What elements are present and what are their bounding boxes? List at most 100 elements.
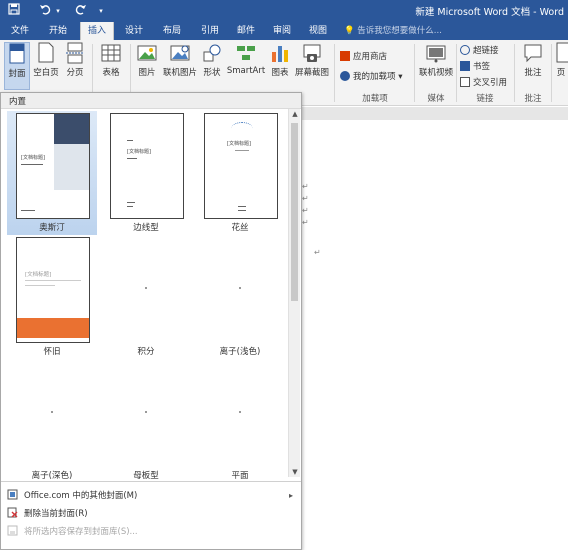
online-video-button[interactable]: 联机视频 <box>418 42 454 90</box>
cover-integral[interactable]: 积分 <box>101 235 191 359</box>
new-comment-button[interactable]: 批注 <box>518 42 548 90</box>
paragraph-mark: ↵ <box>302 218 309 227</box>
cover-retrospect[interactable]: [文档标题] 怀旧 <box>7 235 97 359</box>
redo-icon[interactable] <box>74 3 88 19</box>
media-group-label: 媒体 <box>427 94 445 104</box>
tab-home[interactable]: 开始 <box>44 22 72 40</box>
tab-insert[interactable]: 插入 <box>80 22 114 40</box>
customize-qat-icon[interactable]: ▾ <box>96 3 106 19</box>
cover-name: 边线型 <box>133 223 159 233</box>
thumb-line <box>127 140 133 141</box>
cover-ion-dark[interactable]: 离子(深色) <box>7 359 97 483</box>
cover-name: 离子(浅色) <box>219 347 261 357</box>
loading-dot <box>145 411 147 413</box>
tell-me-text: 告诉我您想要做什么... <box>357 26 442 36</box>
gallery-scrollbar[interactable]: ▲ ▼ <box>288 109 300 477</box>
group-separator <box>456 44 457 102</box>
comments-group-label: 批注 <box>524 94 542 104</box>
store-button[interactable]: 应用商店 <box>340 50 387 64</box>
picture-icon <box>137 45 157 61</box>
cover-motion[interactable]: 母板型 <box>101 359 191 483</box>
delete-cover-icon <box>7 507 18 518</box>
cover-page-gallery: 内置 [文档标题] 奥斯汀 [文档标题] 边线型 [文档标题] 花丝 [文档标题… <box>0 92 302 550</box>
loading-dot <box>239 411 241 413</box>
thumb-line <box>25 280 81 281</box>
ribbon-tab-bar: 文件 开始 插入 设计 布局 引用 邮件 审阅 视图 💡 告诉我您想要做什么..… <box>0 22 568 40</box>
tab-references[interactable]: 引用 <box>196 22 224 40</box>
thumb-line <box>238 210 246 211</box>
save-to-gallery-icon <box>7 525 18 536</box>
paragraph-mark: ↵ <box>314 248 321 257</box>
scroll-up-icon[interactable]: ▲ <box>289 109 301 119</box>
cover-name: 怀旧 <box>43 347 61 357</box>
undo-dropdown-arrow-icon[interactable]: ▾ <box>54 3 62 19</box>
header-icon <box>556 42 568 63</box>
cover-sideline[interactable]: [文档标题] 边线型 <box>101 111 191 235</box>
thumb-line <box>127 158 137 159</box>
table-button[interactable]: 表格 <box>96 42 126 90</box>
tab-view[interactable]: 视图 <box>304 22 332 40</box>
gallery-section-header: 内置 <box>1 93 301 109</box>
cover-name: 离子(深色) <box>31 471 73 481</box>
blank-page-button[interactable]: 空白页 <box>32 42 60 90</box>
window-title: 新建 Microsoft Word 文档 - Word <box>415 7 564 18</box>
cover-austin[interactable]: [文档标题] 奥斯汀 <box>7 111 97 235</box>
cover-facet[interactable]: 平面 <box>195 359 285 483</box>
tab-review[interactable]: 审阅 <box>268 22 296 40</box>
cover-name: 积分 <box>137 347 155 357</box>
tell-me-box[interactable]: 💡 告诉我您想要做什么... <box>344 22 442 40</box>
tab-file[interactable]: 文件 <box>6 22 34 40</box>
picture-label: 图片 <box>138 68 156 78</box>
screenshot-icon <box>303 44 321 62</box>
loading-dot <box>239 287 241 289</box>
remove-cover-menu-item[interactable]: 删除当前封面(R) <box>7 506 297 522</box>
undo-icon[interactable] <box>38 3 52 19</box>
tab-layout[interactable]: 布局 <box>158 22 186 40</box>
group-separator <box>334 44 335 102</box>
cross-reference-button[interactable]: 交叉引用 <box>460 76 507 90</box>
loading-dot <box>145 287 147 289</box>
thumb-line <box>127 206 133 207</box>
save-icon[interactable] <box>6 3 22 19</box>
hyperlink-label: 超链接 <box>473 46 499 56</box>
thumb-line <box>25 285 55 286</box>
thumb-line <box>238 206 246 207</box>
cover-filigree[interactable]: [文档标题] 花丝 <box>195 111 285 235</box>
cover-name: 奥斯汀 <box>39 223 65 233</box>
hyperlink-button[interactable]: 超链接 <box>460 44 499 58</box>
my-addins-button[interactable]: 我的加载项 ▾ <box>340 70 403 84</box>
cross-reference-icon <box>460 77 470 87</box>
more-covers-menu-item[interactable]: Office.com 中的其他封面(M) ▸ <box>7 488 297 504</box>
bookmark-button[interactable]: 书签 <box>460 60 490 74</box>
tab-mailings[interactable]: 邮件 <box>232 22 260 40</box>
chart-icon <box>272 46 288 62</box>
group-separator <box>551 44 552 102</box>
save-selection-menu-item[interactable]: 将所选内容保存到封面库(S)... <box>7 524 297 540</box>
scroll-down-icon[interactable]: ▼ <box>289 467 301 477</box>
page-break-label: 分页 <box>66 68 84 78</box>
cover-name: 母板型 <box>133 471 159 481</box>
tab-design[interactable]: 设计 <box>120 22 148 40</box>
blank-page-label: 空白页 <box>33 68 59 78</box>
online-picture-button[interactable]: 联机图片 <box>162 42 198 90</box>
header-button[interactable]: 页 <box>554 42 568 90</box>
chart-label: 图表 <box>271 68 289 78</box>
cover-page-button[interactable]: 封面 <box>4 42 30 90</box>
blank-page-icon <box>38 42 54 63</box>
page-break-button[interactable]: 分页 <box>62 42 88 90</box>
shapes-button[interactable]: 形状 <box>200 42 224 90</box>
shapes-label: 形状 <box>203 68 221 78</box>
picture-button[interactable]: 图片 <box>134 42 160 90</box>
scrollbar-thumb[interactable] <box>291 123 298 301</box>
smartart-button[interactable]: SmartArt <box>226 42 266 90</box>
screenshot-button[interactable]: 屏幕截图 <box>294 42 330 90</box>
new-comment-label: 批注 <box>524 68 542 78</box>
page-break-icon <box>66 42 84 64</box>
chart-button[interactable]: 图表 <box>268 42 292 90</box>
save-selection-label: 将所选内容保存到封面库(S)... <box>24 527 138 537</box>
links-group-label: 链接 <box>476 94 494 104</box>
smartart-icon <box>237 46 255 60</box>
cover-ion-light[interactable]: 离子(浅色) <box>195 235 285 359</box>
thumb-line <box>21 210 35 211</box>
online-picture-icon <box>170 45 190 61</box>
